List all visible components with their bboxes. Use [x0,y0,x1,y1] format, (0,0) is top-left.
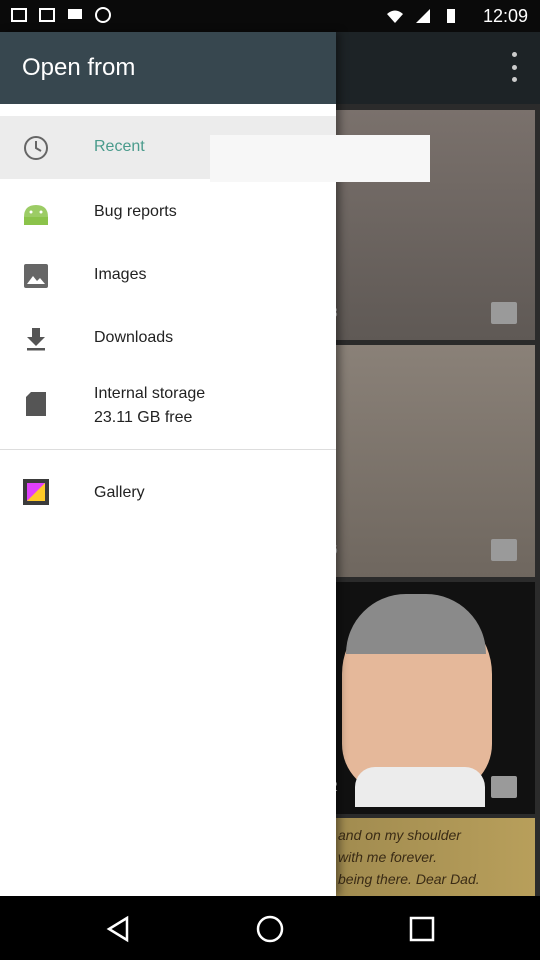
navigation-bar [0,896,540,960]
overlay-rect [210,135,430,182]
menu-item-downloads[interactable]: Downloads [0,305,336,368]
system-icons [386,7,460,25]
quote-text: and on my shoulder with me forever. bein… [338,824,480,890]
android-icon [24,205,48,225]
notification-icons [10,6,112,24]
back-icon[interactable] [103,914,133,944]
menu-item-label: Bug reports [94,203,177,220]
menu-item-label: Downloads [94,329,174,346]
wifi-icon [387,10,403,23]
status-bar: 12:09 [0,0,540,32]
image-type-icon [491,302,517,324]
home-icon[interactable] [255,914,285,944]
menu-item-label: Gallery [94,484,145,501]
image-notification-icon [39,8,55,22]
cartoon-body-image [355,767,485,807]
recents-icon[interactable] [407,914,437,944]
image-icon [24,264,48,288]
clock-icon [24,136,48,160]
quote-line: with me forever. [338,849,438,865]
storage-free-space: 23.11 GB free [94,409,193,426]
image-type-icon [491,539,517,561]
menu-item-images[interactable]: Images [0,242,336,305]
chat-notification-icon [68,9,82,19]
menu-item-label: Internal storage 23.11 GB free [94,382,205,430]
drawer-header: Open from [0,32,336,104]
menu-item-bug-reports[interactable]: Bug reports [0,179,336,242]
more-options-icon[interactable] [512,52,520,82]
drawer-title: Open from [22,54,136,81]
sd-card-icon [26,392,46,416]
signal-icon [416,9,430,23]
download-icon [27,328,45,351]
status-time: 12:09 [482,6,528,26]
menu-item-label: Images [94,266,147,283]
battery-icon [447,9,455,23]
image-type-icon [491,776,517,798]
divider [0,449,336,450]
cartoon-hair-image [346,594,486,654]
menu-item-internal-storage[interactable]: Internal storage 23.11 GB free [0,368,336,448]
menu-item-gallery[interactable]: Gallery [0,460,336,523]
storage-name: Internal storage [94,385,206,402]
quote-line: and on my shoulder [338,827,461,843]
image-notification-icon [11,8,27,22]
circle-notification-icon [95,7,111,23]
gallery-icon [23,479,49,505]
menu-item-label: Recent [94,138,145,155]
quote-line: being there. Dear Dad. [338,871,480,887]
